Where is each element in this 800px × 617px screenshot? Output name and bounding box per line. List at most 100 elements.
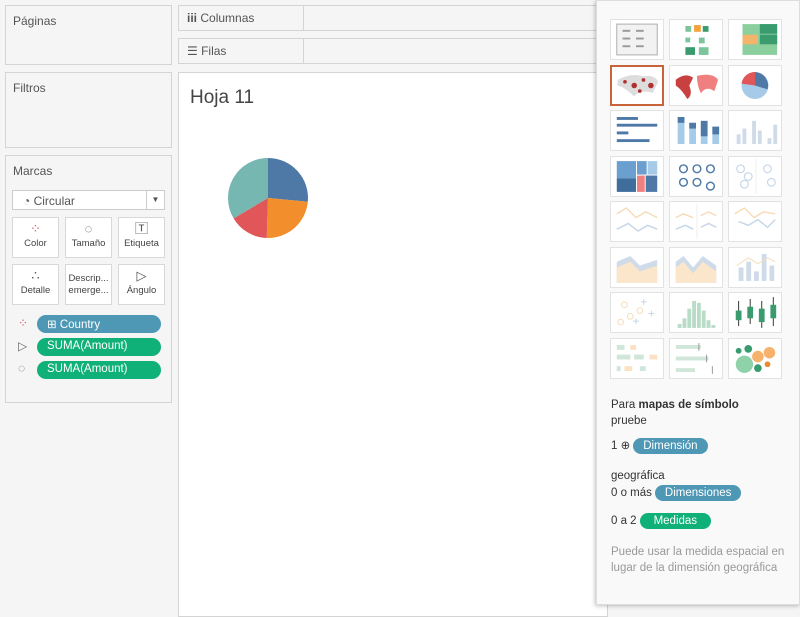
detail-icon: ∴ [31,268,40,283]
hint-try: pruebe [611,415,647,427]
angle-icon: ▷ [18,339,28,353]
size-measure-pill[interactable]: SUMA(Amount) [37,361,161,379]
show-me-area-discrete[interactable] [669,246,723,288]
label-button[interactable]: 🅃 Etiqueta [118,217,165,258]
angle-button[interactable]: ▷ Ángulo [118,264,165,305]
show-me-lines-continuous[interactable] [610,201,664,242]
size-button[interactable]: ◌ Tamaño [65,217,112,258]
color-label: Color [24,238,47,249]
globe-icon: ⊕ [620,440,631,452]
show-me-filled-map[interactable] [669,64,723,106]
marks-title: Marcas [13,164,53,178]
mark-type-dropdown[interactable]: ◔ Circular ▼ [12,190,165,210]
pill-label: Country [59,319,101,331]
show-me-symbol-map[interactable] [610,64,664,106]
detail-button[interactable]: ∴ Detalle [12,264,59,305]
treemap-icon [616,160,658,192]
area-discrete-icon [675,255,717,283]
show-me-packed-bubbles[interactable] [728,337,782,379]
area-continuous-icon [616,255,658,283]
text-table-icon [616,23,658,56]
chevron-down-icon[interactable]: ▼ [146,191,164,209]
dual-combination-icon [736,253,776,281]
show-me-lines-discrete[interactable] [669,201,723,242]
circle-view-icon [678,163,716,191]
country-pill[interactable]: ⊞ Country [37,315,161,333]
show-me-text-table[interactable] [610,19,664,60]
hint-geo: geográfica [611,470,665,482]
show-me-side-by-side-bars[interactable] [728,110,782,151]
hint-count: 0 o más [611,487,652,499]
pie-slice[interactable] [268,158,308,202]
filters-pane[interactable]: Filtros [5,72,172,148]
dual-lines-icon [734,207,776,229]
histogram-icon [677,300,716,328]
packed-bubbles-icon [735,344,776,373]
measures-tag: Medidas [639,513,712,529]
color-button[interactable]: ⁘ Color [12,217,59,258]
label-label: Etiqueta [124,238,159,249]
horizontal-bars-icon [616,117,658,143]
show-me-box-and-whisker[interactable] [728,292,782,333]
show-me-histogram[interactable] [669,292,723,333]
show-me-panel: Para mapas de símbolo pruebe 1 ⊕ Dimensió… [596,0,800,605]
tooltip-label: Descrip... emerge... [68,273,109,296]
highlight-table-icon [742,24,778,55]
scatter-plot-icon [617,299,655,326]
show-me-highlight-table[interactable] [728,19,782,60]
view-canvas[interactable]: Hoja 11 [178,72,608,617]
show-me-scatter-plot[interactable] [610,292,664,333]
show-me-bullet-graph[interactable] [669,337,723,379]
detail-label: Detalle [20,285,51,296]
stacked-bars-icon [677,117,720,144]
mark-type-value: Circular [33,194,75,208]
show-me-dual-combination[interactable] [728,246,782,288]
angle-measure-pill[interactable]: SUMA(Amount) [37,338,161,356]
dimensions-tag: Dimensiones [654,485,742,501]
hint-count: 0 a 2 [611,515,637,527]
side-by-side-bars-icon [736,120,778,144]
gantt-chart-icon [616,344,658,371]
lines-continuous-icon [616,207,658,233]
sheet-title: Hoja 11 [190,87,255,108]
size-icon: ◌ [18,361,26,375]
rows-icon: ☰ [187,44,202,58]
hint-count: 1 [611,440,618,452]
size-icon: ◌ [84,221,93,236]
pie-chart[interactable] [218,148,318,248]
angle-icon: ▷ [136,268,147,283]
side-by-side-circles-icon [736,158,776,194]
columns-label: Columnas [200,11,255,25]
lines-discrete-icon [675,204,717,239]
show-me-area-continuous[interactable] [610,246,664,288]
show-me-treemap[interactable] [610,155,664,197]
filters-title: Filtros [13,81,46,95]
pie-slice[interactable] [266,198,308,238]
filled-map-icon [675,74,719,99]
pages-title: Páginas [13,14,57,28]
show-me-dual-lines[interactable] [728,201,782,242]
pie-icon: ◔ [23,194,34,208]
show-me-stacked-bars[interactable] [669,110,723,151]
pie-icon [741,71,769,99]
show-me-side-by-side-circles[interactable] [728,155,782,197]
bullet-graph-icon [675,342,713,374]
heat-map-icon [685,25,709,55]
hint-pre: Para [611,399,639,411]
hint-chart-name: mapas de símbolo [638,399,739,411]
columns-shelf[interactable]: iii Columnas [178,5,608,31]
size-label: Tamaño [71,238,106,249]
pill-label: SUMA(Amount) [47,363,128,375]
show-me-horizontal-bars[interactable] [610,110,664,151]
hint-note: Puede usar la medida espacial en lugar d… [611,546,785,574]
show-me-heat-map[interactable] [669,19,723,60]
label-icon: 🅃 [134,221,148,236]
show-me-gantt-chart[interactable] [610,337,664,379]
color-icon: ⁘ [18,316,29,330]
pages-pane[interactable]: Páginas [5,5,172,65]
show-me-circle-view[interactable] [669,155,723,197]
tooltip-button[interactable]: Descrip... emerge... [65,264,112,305]
show-me-pie[interactable] [728,64,782,106]
rows-shelf[interactable]: ☰ Filas [178,38,608,64]
box-and-whisker-icon [735,297,777,328]
